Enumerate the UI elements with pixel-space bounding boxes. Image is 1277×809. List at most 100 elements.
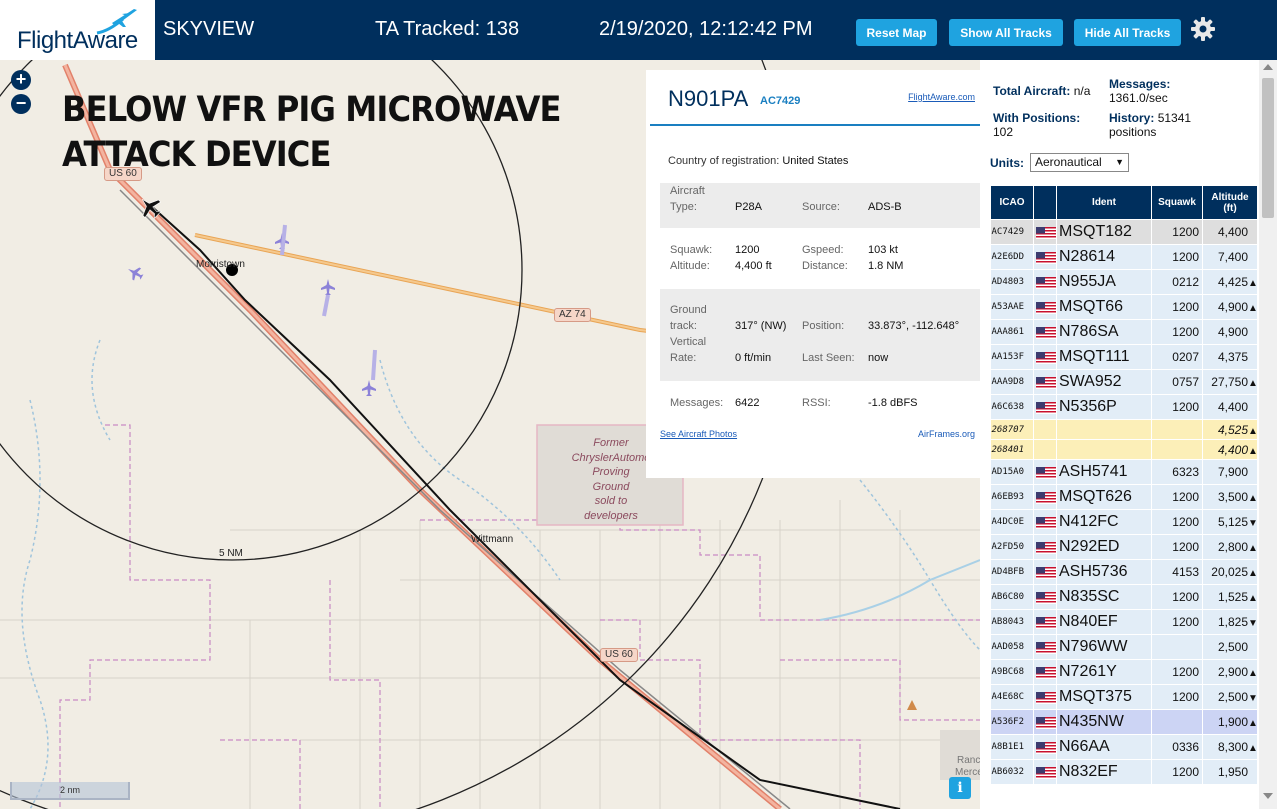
row-altitude: 1,825▼ [1202, 609, 1258, 635]
messages-rate-value: 1361.0/sec [1109, 91, 1168, 105]
row-ident: N292ED [1056, 534, 1152, 560]
col-header-icao[interactable]: ICAO [990, 185, 1034, 220]
table-row[interactable]: A6EB93 MSQT626 1200 3,500▲ [990, 484, 1258, 510]
history-unit: positions [1109, 125, 1157, 139]
us-flag-icon [1033, 369, 1057, 395]
us-flag-icon [1033, 534, 1057, 560]
altitude-unit-line: (ft) [1223, 202, 1237, 214]
table-row[interactable]: A4E68C MSQT375 1200 2,500▼ [990, 684, 1258, 710]
table-row[interactable]: A6C638 N5356P 1200 4,400 [990, 394, 1258, 420]
table-row[interactable]: 268401 4,400▲ [990, 439, 1258, 460]
us-flag-icon [1033, 659, 1057, 685]
top-bar: FlightAware SKYVIEW TA Tracked: 138 2/19… [0, 0, 1277, 60]
scroll-up-arrow-icon[interactable] [1263, 64, 1273, 70]
lastseen-value: now [868, 352, 889, 364]
altitude-trend-icon: ▲ [1248, 668, 1258, 679]
hide-all-tracks-button[interactable]: Hide All Tracks [1074, 19, 1181, 46]
row-altitude: 7,400 [1202, 244, 1258, 270]
altitude-value: 4,400 [1217, 225, 1248, 239]
altitude-trend-icon: ▼ [1248, 518, 1258, 529]
table-row[interactable]: AD4803 N955JA 0212 4,425▲ [990, 269, 1258, 295]
row-ident: N955JA [1056, 269, 1152, 295]
row-altitude: 4,425▲ [1202, 269, 1258, 295]
reset-map-button[interactable]: Reset Map [856, 19, 937, 46]
popup-position-section: Ground track: 317° (NW) Position: 33.873… [660, 289, 980, 381]
gear-icon[interactable] [1190, 16, 1216, 42]
table-row[interactable]: AAA9D8 SWA952 0757 27,750▲ [990, 369, 1258, 395]
row-ident: MSQT111 [1056, 344, 1152, 370]
row-altitude: 1,525▲ [1202, 584, 1258, 610]
table-row[interactable]: A53AAE MSQT66 1200 4,900▲ [990, 294, 1258, 320]
show-all-tracks-button[interactable]: Show All Tracks [949, 19, 1063, 46]
col-header-altitude[interactable]: Altitude (ft) [1202, 185, 1258, 220]
table-row[interactable]: AB6032 N832EF 1200 1,950 [990, 759, 1258, 785]
row-ident: MSQT182 [1056, 219, 1152, 245]
airframes-link[interactable]: AirFrames.org [918, 429, 975, 439]
table-row[interactable]: A8B1E1 N66AA 0336 8,300▲ [990, 734, 1258, 760]
distance-label: Distance: [802, 260, 848, 272]
table-row[interactable]: AD15A0 ASH5741 6323 7,900 [990, 459, 1258, 485]
row-altitude: 4,375 [1202, 344, 1258, 370]
row-squawk: 0212 [1151, 269, 1203, 295]
altitude-value: 2,800 [1217, 540, 1248, 554]
place-label-rancho: Ranc [957, 755, 980, 766]
us-flag-icon [1033, 459, 1057, 485]
source-label: Source: [802, 201, 840, 213]
row-icao: A53AAE [990, 294, 1034, 320]
row-icao: AC7429 [990, 219, 1034, 245]
rssi-label: RSSI: [802, 397, 831, 409]
us-flag-icon [1033, 584, 1057, 610]
aircraft-photos-link[interactable]: See Aircraft Photos [660, 429, 737, 439]
sidebar-scrollbar[interactable] [1259, 60, 1277, 809]
place-label-wittmann: Wittmann [471, 534, 514, 545]
zoom-out-button[interactable]: − [11, 94, 31, 114]
map-info-button[interactable]: i [949, 777, 971, 799]
us-flag-icon [1033, 244, 1057, 270]
table-row[interactable]: 268707 4,525▲ [990, 419, 1258, 440]
altitude-value: 7,900 [1217, 465, 1248, 479]
col-header-squawk[interactable]: Squawk [1151, 185, 1203, 220]
row-altitude: 4,400▲ [1202, 439, 1258, 460]
lastseen-label: Last Seen: [802, 352, 855, 364]
table-row[interactable]: A9BC68 N7261Y 1200 2,900▲ [990, 659, 1258, 685]
rate-value: 0 ft/min [735, 352, 772, 364]
row-icao: AAA9D8 [990, 369, 1034, 395]
aircraft-label: Aircraft [670, 185, 705, 197]
boundaries [59, 424, 980, 809]
col-header-ident[interactable]: Ident [1056, 185, 1152, 220]
flightaware-link[interactable]: FlightAware.com [908, 92, 975, 102]
altitude-value: 4,900 [1217, 325, 1248, 339]
rssi-value: -1.8 dBFS [868, 397, 918, 409]
table-row[interactable]: A536F2 N435NW 1,900▲ [990, 709, 1258, 735]
pg-line: Ground [592, 480, 630, 493]
altitude-trend-icon: ▲ [1248, 593, 1258, 604]
altitude-trend-icon: ▲ [1248, 493, 1258, 504]
table-row[interactable]: AD4BFB ASH5736 4153 20,025▲ [990, 559, 1258, 585]
scroll-down-arrow-icon[interactable] [1263, 793, 1273, 799]
table-row[interactable]: AAA861 N786SA 1200 4,900 [990, 319, 1258, 345]
scroll-thumb[interactable] [1262, 78, 1274, 218]
history-stat: History: 51341 positions [1109, 111, 1191, 139]
type-label: Type: [670, 201, 697, 213]
table-row[interactable]: A4DC0E N412FC 1200 5,125▼ [990, 509, 1258, 535]
track-value: 317° (NW) [735, 320, 787, 332]
row-altitude: 4,400 [1202, 394, 1258, 420]
table-row[interactable]: AA153F MSQT111 0207 4,375 [990, 344, 1258, 370]
flightaware-logo[interactable]: FlightAware [0, 0, 155, 60]
row-icao: A9BC68 [990, 659, 1034, 685]
zoom-in-button[interactable]: + [11, 70, 31, 90]
units-select[interactable]: Aeronautical ▼ [1030, 153, 1129, 172]
map-scale-bar: 2 nm [10, 782, 130, 800]
table-row[interactable]: AB6C80 N835SC 1200 1,525▲ [990, 584, 1258, 610]
table-row[interactable]: AC7429 MSQT182 1200 4,400 [990, 219, 1258, 245]
row-squawk [1151, 634, 1203, 660]
popup-icao: AC7429 [760, 95, 801, 107]
altitude-value: 3,500 [1217, 490, 1248, 504]
table-row[interactable]: AB8043 N840EF 1200 1,825▼ [990, 609, 1258, 635]
row-icao: AB6C80 [990, 584, 1034, 610]
table-row[interactable]: AAD058 N796WW 2,500 [990, 634, 1258, 660]
table-row[interactable]: A2FD50 N292ED 1200 2,800▲ [990, 534, 1258, 560]
col-header-flag[interactable] [1033, 185, 1057, 220]
table-row[interactable]: A2E6DD N28614 1200 7,400 [990, 244, 1258, 270]
row-squawk: 0207 [1151, 344, 1203, 370]
